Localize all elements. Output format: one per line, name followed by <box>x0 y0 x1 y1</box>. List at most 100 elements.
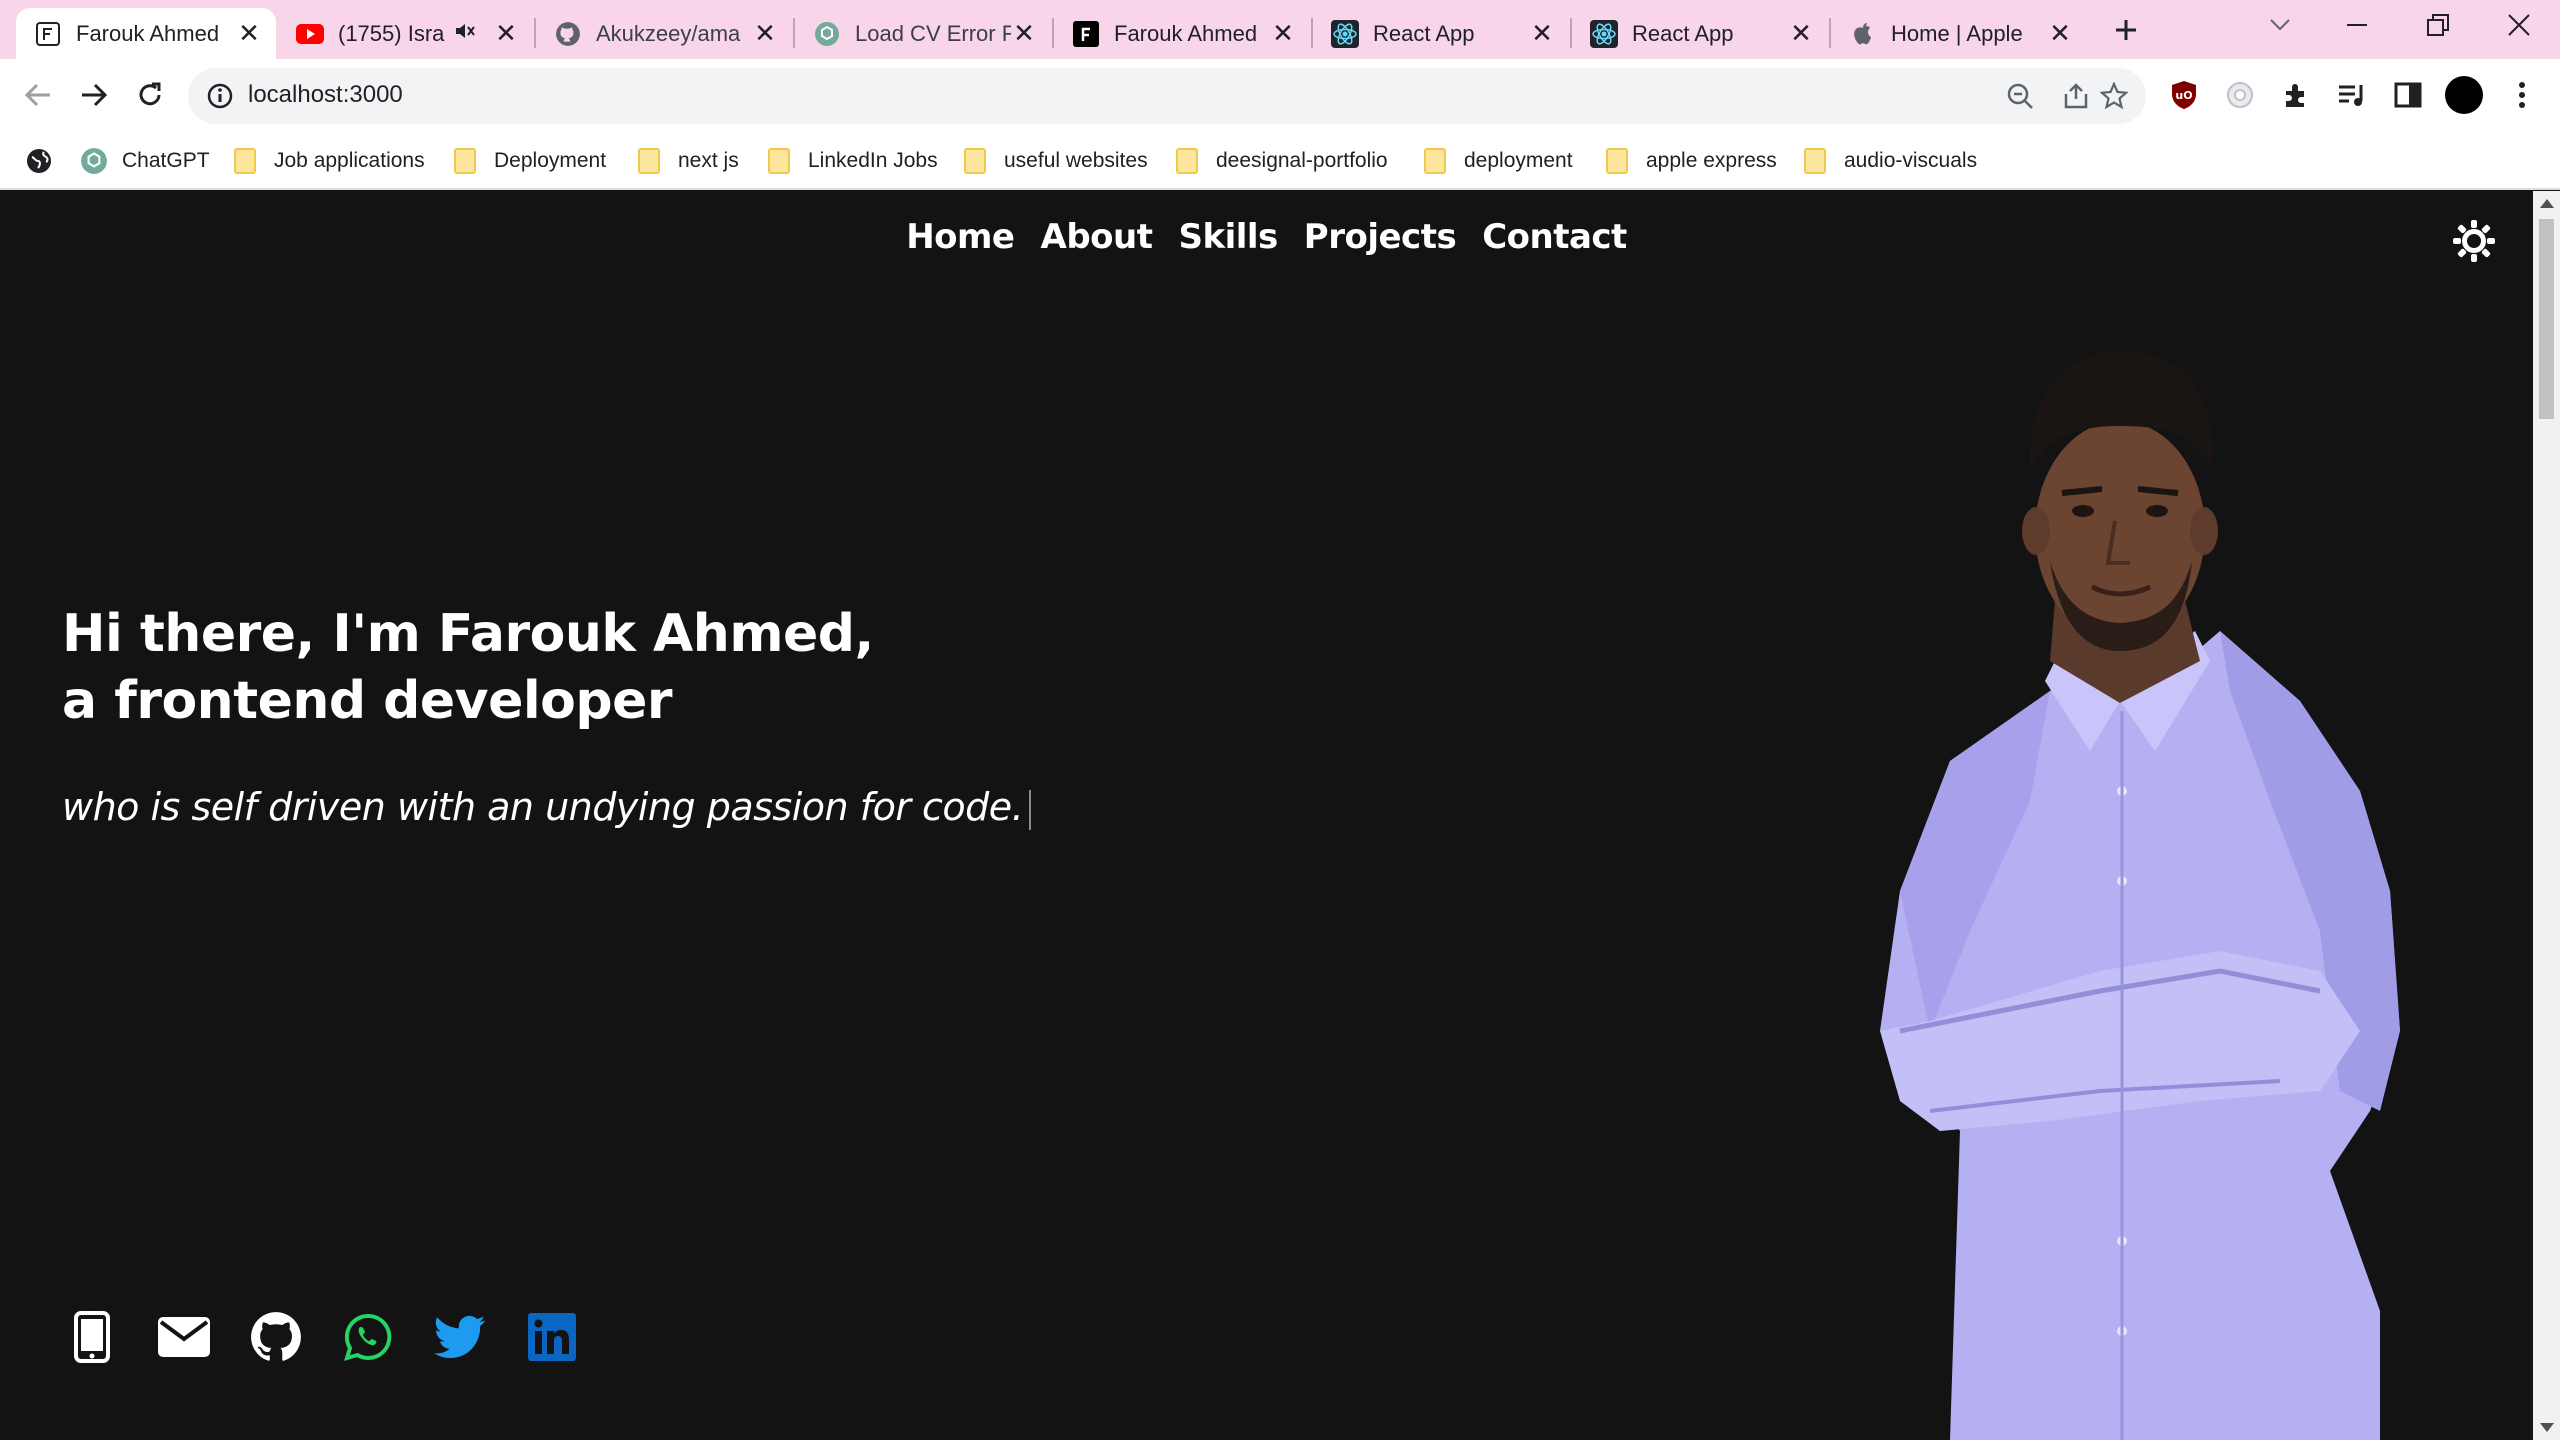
scroll-down-arrow-icon[interactable] <box>2540 1423 2554 1432</box>
address-bar[interactable]: localhost:3000 <box>188 68 2146 124</box>
bookmark-label: Deployment <box>494 149 607 172</box>
bookmark-folder-useful-websites[interactable]: useful websites <box>964 144 1148 178</box>
tab-close-icon[interactable]: ✕ <box>752 18 778 48</box>
tab-youtube[interactable]: (1755) Isra ✕ <box>278 8 533 59</box>
email-icon[interactable] <box>158 1311 210 1363</box>
tab-react-app-2[interactable]: React App ✕ <box>1572 8 1828 59</box>
svg-text:uO: uO <box>2175 89 2192 102</box>
tab-close-icon[interactable]: ✕ <box>236 18 262 48</box>
nav-home[interactable]: Home <box>906 217 1015 257</box>
hero-line-1: Hi there, I'm Farouk Ahmed, <box>62 604 874 664</box>
bookmark-label: next js <box>678 149 739 172</box>
tab-github[interactable]: Akukzeey/ama ✕ <box>536 8 792 59</box>
bookmark-label: useful websites <box>1004 149 1148 172</box>
nav-projects[interactable]: Projects <box>1304 217 1457 257</box>
close-icon <box>2508 14 2530 36</box>
tab-title: Load CV Error F <box>855 20 1011 46</box>
browser-tab-strip: Farouk Ahmed ✕ (1755) Isra ✕ Akukzeey/am… <box>0 0 2560 59</box>
tab-close-icon[interactable]: ✕ <box>2047 18 2073 48</box>
nav-skills[interactable]: Skills <box>1178 217 1278 257</box>
chatgpt-icon <box>813 20 841 48</box>
youtube-icon <box>296 20 324 48</box>
profile-photo <box>1880 351 2400 1440</box>
page-scrollbar[interactable] <box>2533 191 2560 1440</box>
profile-avatar[interactable] <box>2442 73 2486 117</box>
folder-icon <box>1804 148 1826 174</box>
tab-close-icon[interactable]: ✕ <box>1788 18 1814 48</box>
minimize-button[interactable] <box>2322 0 2392 50</box>
menu-kebab-icon[interactable] <box>2500 73 2544 117</box>
tab-close-icon[interactable]: ✕ <box>1270 18 1296 48</box>
zoom-icon[interactable] <box>2006 82 2034 115</box>
site-nav: Home About Skills Projects Contact <box>0 217 2533 257</box>
tab-title: Akukzeey/ama <box>596 20 741 46</box>
bookmark-label: LinkedIn Jobs <box>808 149 938 172</box>
ublock-extension-icon[interactable]: uO <box>2162 73 2206 117</box>
apps-globe-icon[interactable] <box>26 144 52 178</box>
bookmark-chatgpt[interactable]: ChatGPT <box>80 144 210 178</box>
tab-apple[interactable]: Home | Apple ✕ <box>1831 8 2087 59</box>
plus-icon <box>2116 20 2136 40</box>
phone-icon[interactable] <box>66 1311 118 1363</box>
forward-button[interactable] <box>72 73 116 117</box>
reload-button[interactable] <box>128 73 172 117</box>
linkedin-icon[interactable] <box>526 1311 578 1363</box>
scroll-up-arrow-icon[interactable] <box>2540 199 2554 208</box>
restore-button[interactable] <box>2403 0 2473 50</box>
bookmark-label: apple express <box>1646 149 1777 172</box>
bookmark-folder-deesignal-portfolio[interactable]: deesignal-portfolio <box>1176 144 1388 178</box>
speaker-icon[interactable] <box>454 21 484 46</box>
folder-icon <box>234 148 256 174</box>
tab-title: Farouk Ahmed <box>1114 20 1258 46</box>
hero-heading: Hi there, I'm Farouk Ahmed, a frontend d… <box>62 601 874 735</box>
site-info-icon[interactable] <box>206 82 234 110</box>
reload-icon <box>139 82 161 106</box>
folder-icon <box>964 148 986 174</box>
scroll-thumb[interactable] <box>2539 219 2554 419</box>
media-controls-icon[interactable] <box>2330 73 2374 117</box>
new-tab-button[interactable] <box>2104 10 2148 50</box>
bookmark-star-icon[interactable] <box>2099 81 2129 115</box>
nav-contact[interactable]: Contact <box>1482 217 1627 257</box>
social-links <box>66 1311 578 1363</box>
tab-farouk-ahmed[interactable]: Farouk Ahmed ✕ <box>1054 8 1310 59</box>
bookmark-folder-deployment[interactable]: Deployment <box>454 144 606 178</box>
tab-react-app-1[interactable]: React App ✕ <box>1313 8 1569 59</box>
tab-close-icon[interactable]: ✕ <box>1011 18 1037 48</box>
folder-icon <box>638 148 660 174</box>
bookmark-label: deployment <box>1464 149 1573 172</box>
extension-circle-icon[interactable] <box>2218 73 2262 117</box>
bookmark-label: audio-viscuals <box>1844 149 1978 172</box>
hero-subtitle: who is self driven with an undying passi… <box>62 785 1032 830</box>
extensions-puzzle-icon[interactable] <box>2274 73 2318 117</box>
bookmark-label: Job applications <box>274 149 425 172</box>
tab-close-icon[interactable]: ✕ <box>1529 18 1555 48</box>
bookmark-folder-linkedin-jobs[interactable]: LinkedIn Jobs <box>768 144 938 178</box>
nav-about[interactable]: About <box>1041 217 1153 257</box>
bookmark-folder-deployment-2[interactable]: deployment <box>1424 144 1573 178</box>
tab-farouk-ahmed-active[interactable]: Farouk Ahmed ✕ <box>16 8 276 59</box>
url-text[interactable]: localhost:3000 <box>248 81 403 109</box>
twitter-icon[interactable] <box>434 1311 486 1363</box>
bookmark-folder-job-applications[interactable]: Job applications <box>234 144 425 178</box>
share-icon[interactable] <box>2062 82 2090 115</box>
bookmarks-bar: ChatGPT Job applications Deployment next… <box>0 132 2560 190</box>
typing-caret <box>1029 789 1032 830</box>
bookmark-folder-next-js[interactable]: next js <box>638 144 739 178</box>
chatgpt-icon <box>81 148 107 174</box>
tab-close-icon[interactable]: ✕ <box>493 18 519 48</box>
theme-toggle-sun-icon[interactable] <box>2452 219 2496 263</box>
whatsapp-icon[interactable] <box>342 1311 394 1363</box>
bookmark-folder-audio-viscuals[interactable]: audio-viscuals <box>1804 144 1977 178</box>
folder-icon <box>1606 148 1628 174</box>
tab-title: Farouk Ahmed <box>76 20 220 46</box>
browser-toolbar: localhost:3000 uO <box>0 59 2560 132</box>
github-icon[interactable] <box>250 1311 302 1363</box>
close-window-button[interactable] <box>2484 0 2554 50</box>
folder-icon <box>768 148 790 174</box>
tab-search-chevron-down-icon[interactable] <box>2245 0 2315 50</box>
side-panel-icon[interactable] <box>2386 73 2430 117</box>
tab-chatgpt[interactable]: Load CV Error F ✕ <box>795 8 1051 59</box>
bookmark-folder-apple-express[interactable]: apple express <box>1606 144 1777 178</box>
back-button[interactable] <box>16 73 60 117</box>
